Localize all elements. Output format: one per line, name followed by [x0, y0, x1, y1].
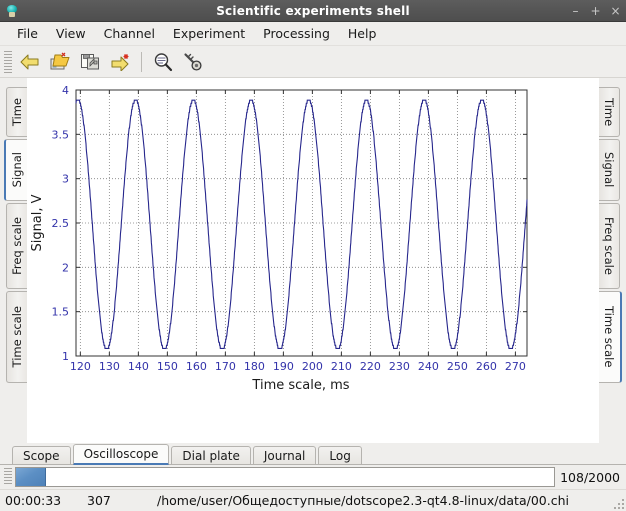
magnifier-icon — [154, 52, 173, 71]
progress-drag-handle[interactable] — [4, 468, 12, 486]
forward-arrow-new-button[interactable] — [105, 49, 135, 75]
toolbar-separator — [141, 51, 142, 72]
tab-log[interactable]: Log — [318, 446, 362, 465]
app-window: Scientific experiments shell – + × File … — [0, 0, 626, 511]
back-arrow-icon — [20, 54, 39, 69]
x-axis-title: Time scale, ms — [251, 378, 349, 393]
x-tick-label: 160 — [186, 360, 207, 373]
x-tick-label: 120 — [70, 360, 91, 373]
x-tick-label: 190 — [273, 360, 294, 373]
title-bar: Scientific experiments shell – + × — [0, 0, 626, 22]
menu-item-file[interactable]: File — [8, 24, 47, 43]
bottom-tab-bar: Scope Oscilloscope Dial plate Journal Lo… — [0, 443, 626, 465]
status-elapsed-time: 00:00:33 — [5, 493, 62, 508]
x-tick-label: 250 — [447, 360, 468, 373]
tab-oscilloscope-label: Oscilloscope — [83, 447, 159, 461]
menu-item-channel[interactable]: Channel — [95, 24, 164, 43]
save-copy-icon — [81, 53, 99, 69]
save-copy-button[interactable] — [75, 49, 105, 75]
y-tick-label: 1.5 — [52, 306, 70, 319]
status-bar: 00:00:33 307 /home/user/Общедоступные/do… — [0, 489, 626, 511]
right-tab-freq-scale[interactable]: Freq scale — [599, 203, 620, 289]
right-tab-freq-scale-label: Freq scale — [602, 217, 616, 275]
tab-log-label: Log — [329, 448, 351, 463]
x-tick-label: 230 — [389, 360, 410, 373]
tab-journal[interactable]: Journal — [252, 446, 317, 465]
right-tab-time-label: Time — [602, 97, 616, 127]
x-tick-label: 270 — [505, 360, 526, 373]
key-icon — [184, 52, 202, 71]
x-tick-label: 220 — [360, 360, 381, 373]
close-button[interactable]: × — [610, 5, 621, 17]
right-tab-signal[interactable]: Signal — [599, 139, 620, 201]
left-tab-signal-label: Signal — [10, 152, 24, 188]
left-tab-freq-scale[interactable]: Freq scale — [6, 203, 27, 289]
tab-scope-label: Scope — [23, 448, 60, 463]
x-tick-label: 180 — [244, 360, 265, 373]
right-tab-time-scale[interactable]: Time scale — [598, 291, 622, 383]
menu-item-processing[interactable]: Processing — [254, 24, 339, 43]
y-tick-label: 4 — [62, 84, 69, 97]
right-tab-signal-label: Signal — [602, 152, 616, 188]
tab-journal-label: Journal — [263, 448, 306, 463]
y-tick-label: 2 — [62, 261, 69, 274]
left-tab-freq-scale-label: Freq scale — [10, 217, 24, 275]
x-tick-label: 240 — [418, 360, 439, 373]
x-tick-label: 150 — [157, 360, 178, 373]
oscilloscope-plot[interactable]: 1 1.5 2 2.5 3 3.5 4 120 130 140 150 160 170 180 190 20… — [27, 78, 599, 443]
lamp-icon — [4, 3, 20, 19]
left-tab-time-scale[interactable]: Time scale — [6, 291, 27, 383]
key-button[interactable] — [178, 49, 208, 75]
left-tab-time-scale-label: Time scale — [10, 306, 24, 368]
window-controls: – + × — [570, 0, 621, 21]
status-sample-count: 307 — [87, 493, 111, 508]
progress-counter: 108/2000 — [560, 469, 620, 485]
x-tick-label: 200 — [302, 360, 323, 373]
toolbar-drag-handle[interactable] — [4, 50, 12, 73]
x-tick-label: 170 — [215, 360, 236, 373]
content-area: Time Signal Freq scale Time scale 1 1.5 2 2… — [0, 78, 626, 443]
window-title: Scientific experiments shell — [216, 3, 410, 18]
menu-item-experiment[interactable]: Experiment — [164, 24, 254, 43]
x-tick-label: 130 — [99, 360, 120, 373]
right-tab-time-scale-label: Time scale — [602, 306, 616, 368]
left-tab-time-label: Time — [10, 97, 24, 127]
x-tick-label: 140 — [128, 360, 149, 373]
left-tab-time[interactable]: Time — [6, 87, 27, 137]
y-tick-label: 1 — [62, 350, 69, 363]
tab-dial-plate-label: Dial plate — [182, 448, 240, 463]
right-tab-time[interactable]: Time — [599, 87, 620, 137]
y-axis-title: Signal, V — [30, 194, 45, 251]
back-arrow-button[interactable] — [15, 49, 45, 75]
acquisition-progressbar — [15, 467, 556, 487]
progress-row: 108/2000 — [0, 465, 626, 489]
x-tick-label: 260 — [476, 360, 497, 373]
menu-bar: File View Channel Experiment Processing … — [0, 22, 626, 46]
signal-plot-svg: 1 1.5 2 2.5 3 3.5 4 120 130 140 150 160 170 180 190 20… — [27, 78, 599, 398]
right-tab-strip: Time Signal Freq scale Time scale — [598, 78, 626, 443]
status-file-path: /home/user/Общедоступные/dotscope2.3-qt4… — [157, 493, 569, 508]
forward-arrow-new-icon — [111, 53, 129, 71]
tab-dial-plate[interactable]: Dial plate — [171, 446, 251, 465]
left-tab-signal[interactable]: Signal — [4, 139, 28, 201]
menu-item-help[interactable]: Help — [339, 24, 386, 43]
left-tab-strip: Time Signal Freq scale Time scale — [0, 78, 28, 443]
magnifier-button[interactable] — [148, 49, 178, 75]
tab-oscilloscope[interactable]: Oscilloscope — [72, 444, 170, 465]
toolbar — [0, 46, 626, 78]
y-tick-label: 3 — [62, 173, 69, 186]
open-folder-button[interactable] — [45, 49, 75, 75]
progress-fill — [16, 468, 47, 486]
x-tick-label: 210 — [331, 360, 352, 373]
menu-item-view[interactable]: View — [47, 24, 95, 43]
maximize-button[interactable]: + — [590, 5, 601, 17]
resize-grip-icon[interactable] — [611, 496, 625, 510]
y-tick-label: 3.5 — [52, 128, 70, 141]
open-folder-icon — [50, 52, 70, 69]
minimize-button[interactable]: – — [570, 5, 581, 17]
y-tick-label: 2.5 — [52, 217, 70, 230]
tab-scope[interactable]: Scope — [12, 446, 71, 465]
